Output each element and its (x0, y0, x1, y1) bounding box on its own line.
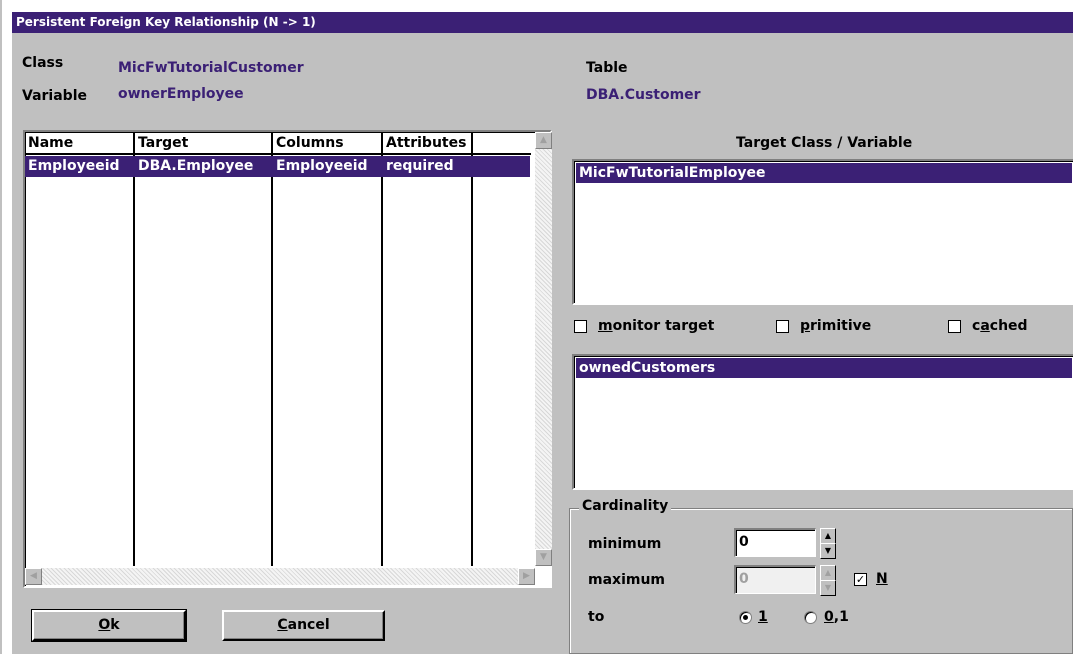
target-variable-selected[interactable]: ownedCustomers (576, 358, 1072, 378)
ok-mnemonic: O (98, 617, 111, 633)
cancel-button[interactable]: Cancel (222, 610, 385, 641)
minimum-label: minimum (588, 536, 662, 552)
cached-mnemonic: a (980, 318, 990, 334)
monitor-target-checkbox[interactable] (574, 320, 587, 333)
column-header-attributes[interactable]: Attributes (383, 132, 473, 155)
row-attributes-cell: required (386, 158, 454, 174)
column-header-target[interactable]: Target (135, 132, 273, 155)
to-label: to (588, 609, 605, 625)
column-header-empty (473, 132, 531, 155)
column-divider (271, 155, 273, 566)
column-header-columns[interactable]: Columns (273, 132, 383, 155)
to-one-radio[interactable] (739, 611, 752, 624)
cancel-mnemonic: C (277, 617, 288, 633)
to-one-label: 1 (758, 609, 768, 625)
grid-horizontal-scrollbar[interactable]: ◀ ▶ (25, 568, 535, 585)
table-label: Table (586, 60, 628, 76)
ok-button[interactable]: Ok (31, 609, 187, 642)
n-label: N (876, 571, 888, 587)
column-divider (133, 155, 135, 566)
to-zero-one-label: 0,1 (824, 609, 849, 626)
cardinality-caption: Cardinality (579, 498, 672, 515)
minimum-up-icon[interactable]: ▲ (820, 528, 836, 544)
relationship-grid[interactable]: Name Target Columns Attributes Employeei… (25, 132, 531, 566)
cached-text: ched (989, 318, 1028, 334)
scroll-left-icon[interactable]: ◀ (25, 568, 42, 585)
dialog-window: Persistent Foreign Key Relationship (N -… (0, 0, 1073, 654)
table-value: DBA.Customer (586, 87, 701, 103)
target-variable-list[interactable]: ownedCustomers (572, 354, 1073, 490)
column-divider (381, 155, 383, 566)
primitive-checkbox[interactable] (776, 320, 789, 333)
maximum-field[interactable]: 0 (734, 565, 816, 594)
monitor-target-label: monitor target (598, 318, 714, 335)
variable-label: Variable (22, 88, 87, 104)
cached-checkbox[interactable] (948, 320, 961, 333)
n-checkbox[interactable]: ✓ (854, 573, 867, 586)
grid-vertical-scrollbar[interactable]: ▲ ▼ (535, 132, 552, 566)
row-name-cell: Employeeid (28, 158, 120, 174)
column-divider (471, 155, 473, 566)
class-label: Class (22, 55, 64, 71)
row-target-cell: DBA.Employee (138, 158, 254, 174)
window-edge (0, 0, 2, 654)
window-title: Persistent Foreign Key Relationship (N -… (16, 15, 316, 29)
row-columns-cell: Employeeid (276, 158, 368, 174)
maximum-down-icon[interactable]: ▼ (820, 580, 836, 596)
monitor-target-mnemonic: m (598, 318, 613, 334)
target-header: Target Class / Variable (736, 135, 913, 151)
maximum-up-icon[interactable]: ▲ (820, 565, 836, 581)
column-header-name[interactable]: Name (25, 132, 135, 155)
target-class-selected[interactable]: MicFwTutorialEmployee (576, 163, 1072, 183)
cached-label: cached (972, 318, 1028, 335)
primitive-mnemonic: p (800, 318, 811, 334)
primitive-label: primitive (800, 318, 871, 335)
ok-label: k (110, 617, 120, 633)
maximum-label: maximum (588, 572, 666, 588)
primitive-text: rimitive (810, 318, 872, 334)
cancel-label: ancel (287, 617, 330, 633)
to-zero-one-text: ,1 (833, 609, 849, 625)
minimum-field[interactable]: 0 (734, 528, 816, 557)
title-bar[interactable]: Persistent Foreign Key Relationship (N -… (12, 12, 1073, 33)
target-class-list[interactable]: MicFwTutorialEmployee (572, 159, 1073, 305)
minimum-down-icon[interactable]: ▼ (820, 543, 836, 559)
scroll-up-icon[interactable]: ▲ (535, 132, 552, 149)
to-zero-one-mnemonic: 0 (824, 609, 834, 625)
monitor-target-text: onitor target (612, 318, 715, 334)
scroll-down-icon[interactable]: ▼ (535, 549, 552, 566)
variable-value: ownerEmployee (118, 86, 244, 102)
class-value: MicFwTutorialCustomer (118, 60, 304, 76)
dialog-body: Class MicFwTutorialCustomer Variable own… (12, 33, 1073, 654)
to-zero-one-radio[interactable] (804, 611, 817, 624)
scroll-right-icon[interactable]: ▶ (518, 568, 535, 585)
